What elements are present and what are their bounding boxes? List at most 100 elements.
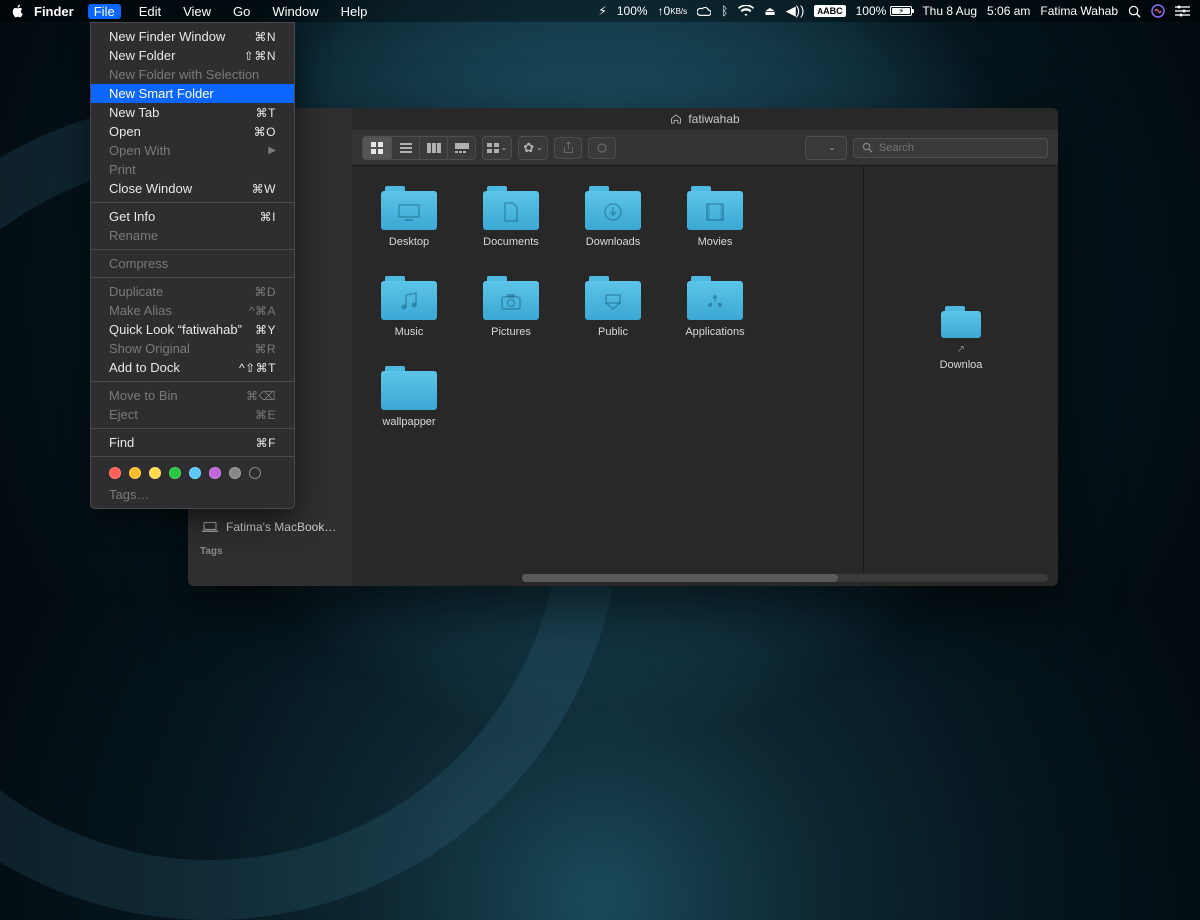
arrange-group: ⌄ bbox=[482, 136, 512, 160]
folder-desktop[interactable]: Desktop bbox=[376, 186, 442, 248]
menu-item-add-to-dock[interactable]: Add to Dock^⇧⌘T bbox=[91, 358, 294, 377]
wifi-icon[interactable] bbox=[738, 5, 754, 17]
menu-item-get-info[interactable]: Get Info⌘I bbox=[91, 207, 294, 226]
battery-status[interactable]: 100% ⚡︎ bbox=[856, 4, 913, 18]
menubar-status: ⚡︎ 100% ↑ 0KB/s ᛒ ⏏ ◀)) A ABC 100% ⚡︎ Th… bbox=[598, 3, 1190, 19]
tag-color-row bbox=[91, 461, 294, 485]
folder-icon bbox=[381, 276, 437, 320]
menu-item-open-with: Open With▶ bbox=[91, 141, 294, 160]
menu-window[interactable]: Window bbox=[268, 4, 322, 19]
action-menu-button[interactable]: ✿⌄ bbox=[519, 137, 547, 159]
tag-dot[interactable] bbox=[209, 467, 221, 479]
folder-movies[interactable]: Movies bbox=[682, 186, 748, 248]
battery-icon: ⚡︎ bbox=[890, 6, 912, 16]
menu-file[interactable]: File bbox=[88, 4, 121, 19]
folder-icon bbox=[381, 366, 437, 410]
siri-icon[interactable] bbox=[1151, 4, 1165, 18]
search-field[interactable] bbox=[853, 138, 1048, 158]
horizontal-scrollbar[interactable] bbox=[522, 574, 1048, 582]
file-grid[interactable]: Desktop Documents Downloads Movies Music Pict… bbox=[352, 166, 863, 586]
menu-item-make-alias: Make Alias^⌘A bbox=[91, 301, 294, 320]
notification-center-icon[interactable] bbox=[1175, 5, 1190, 17]
menu-item-print: Print bbox=[91, 160, 294, 179]
menu-help[interactable]: Help bbox=[337, 4, 372, 19]
list-view-button[interactable] bbox=[391, 137, 419, 159]
menu-item-open[interactable]: Open⌘O bbox=[91, 122, 294, 141]
folder-label: Music bbox=[395, 326, 424, 338]
tag-dot[interactable] bbox=[149, 467, 161, 479]
menu-item-rename: Rename bbox=[91, 226, 294, 245]
menu-edit[interactable]: Edit bbox=[135, 4, 165, 19]
folder-label: Public bbox=[598, 326, 628, 338]
date[interactable]: Thu 8 Aug bbox=[922, 4, 977, 18]
menu-item-new-folder[interactable]: New Folder⇧⌘N bbox=[91, 46, 294, 65]
apple-logo-icon[interactable] bbox=[10, 4, 24, 18]
menu-item-eject: Eject⌘E bbox=[91, 405, 294, 424]
column-view-button[interactable] bbox=[419, 137, 447, 159]
user-name[interactable]: Fatima Wahab bbox=[1040, 4, 1118, 18]
menu-item-show-original: Show Original⌘R bbox=[91, 339, 294, 358]
menu-view[interactable]: View bbox=[179, 4, 215, 19]
menu-go[interactable]: Go bbox=[229, 4, 254, 19]
alias-arrow-icon: ↗ bbox=[957, 344, 965, 355]
folder-public[interactable]: Public bbox=[580, 276, 646, 338]
search-input[interactable] bbox=[879, 142, 1039, 154]
cloud-icon[interactable] bbox=[697, 4, 711, 18]
lightning-icon[interactable]: ⚡︎ bbox=[598, 4, 606, 18]
menu-item-new-tab[interactable]: New Tab⌘T bbox=[91, 103, 294, 122]
folder-icon bbox=[585, 276, 641, 320]
share-button[interactable] bbox=[554, 137, 582, 159]
menu-item-close-window[interactable]: Close Window⌘W bbox=[91, 179, 294, 198]
folder-label: wallpapper bbox=[382, 416, 435, 428]
folder-downloads[interactable]: Downloads bbox=[580, 186, 646, 248]
path-group: ⌄ bbox=[805, 136, 847, 160]
folder-pictures[interactable]: Pictures bbox=[478, 276, 544, 338]
window-titlebar: fatiwahab bbox=[352, 108, 1058, 130]
menu-item-new-smart-folder[interactable]: New Smart Folder bbox=[91, 84, 294, 103]
menu-item-tags: Tags… bbox=[91, 485, 294, 504]
folder-applications[interactable]: Applications bbox=[682, 276, 748, 338]
folder-label: Applications bbox=[685, 326, 744, 338]
folder-documents[interactable]: Documents bbox=[478, 186, 544, 248]
tag-dot[interactable] bbox=[189, 467, 201, 479]
arrange-button[interactable]: ⌄ bbox=[483, 137, 511, 159]
path-button[interactable]: ⌄ bbox=[806, 137, 846, 159]
net-speed: ↑ 0KB/s bbox=[658, 4, 688, 18]
keyboard-indicator[interactable]: A ABC bbox=[814, 5, 845, 17]
eject-icon[interactable]: ⏏ bbox=[764, 4, 775, 18]
scrollbar-thumb[interactable] bbox=[522, 574, 838, 582]
menu-item-new-finder-window[interactable]: New Finder Window⌘N bbox=[91, 27, 294, 46]
app-name[interactable]: Finder bbox=[34, 4, 74, 19]
tag-dot[interactable] bbox=[169, 467, 181, 479]
finder-window: iCloudiCloud DriveLocationsFatima's MacB… bbox=[188, 108, 1058, 586]
window-title: fatiwahab bbox=[688, 112, 739, 126]
home-icon bbox=[670, 114, 682, 124]
tags-button[interactable] bbox=[588, 137, 616, 159]
time[interactable]: 5:06 am bbox=[987, 4, 1030, 18]
tag-dot[interactable] bbox=[109, 467, 121, 479]
folder-wallpapper[interactable]: wallpapper bbox=[376, 366, 442, 428]
menu-item-quick-look-fatiwahab[interactable]: Quick Look “fatiwahab”⌘Y bbox=[91, 320, 294, 339]
sidebar-item-fatima-s-macbook-[interactable]: Fatima's MacBook… bbox=[188, 516, 352, 538]
tag-dot-none[interactable] bbox=[249, 467, 261, 479]
gallery-view-button[interactable] bbox=[447, 137, 475, 159]
sidebar-section-tags: Tags bbox=[188, 538, 352, 561]
folder-label: Movies bbox=[698, 236, 733, 248]
bluetooth-icon[interactable]: ᛒ bbox=[721, 4, 728, 18]
folder-label: Documents bbox=[483, 236, 539, 248]
menubar: Finder File Edit View Go Window Help ⚡︎ … bbox=[0, 0, 1200, 22]
icon-view-button[interactable] bbox=[363, 137, 391, 159]
folder-label: Pictures bbox=[491, 326, 531, 338]
menu-item-duplicate: Duplicate⌘D bbox=[91, 282, 294, 301]
cpu-percent: 100% bbox=[617, 4, 648, 18]
preview-name: Downloa bbox=[940, 359, 983, 371]
spotlight-icon[interactable] bbox=[1128, 5, 1141, 18]
menu-item-find[interactable]: Find⌘F bbox=[91, 433, 294, 452]
folder-music[interactable]: Music bbox=[376, 276, 442, 338]
toolbar: ⌄ ✿⌄ ⌄ bbox=[352, 130, 1058, 166]
volume-icon[interactable]: ◀)) bbox=[786, 3, 805, 19]
tag-dot[interactable] bbox=[129, 467, 141, 479]
preview-folder-icon bbox=[941, 306, 981, 338]
tag-dot[interactable] bbox=[229, 467, 241, 479]
folder-icon bbox=[687, 186, 743, 230]
